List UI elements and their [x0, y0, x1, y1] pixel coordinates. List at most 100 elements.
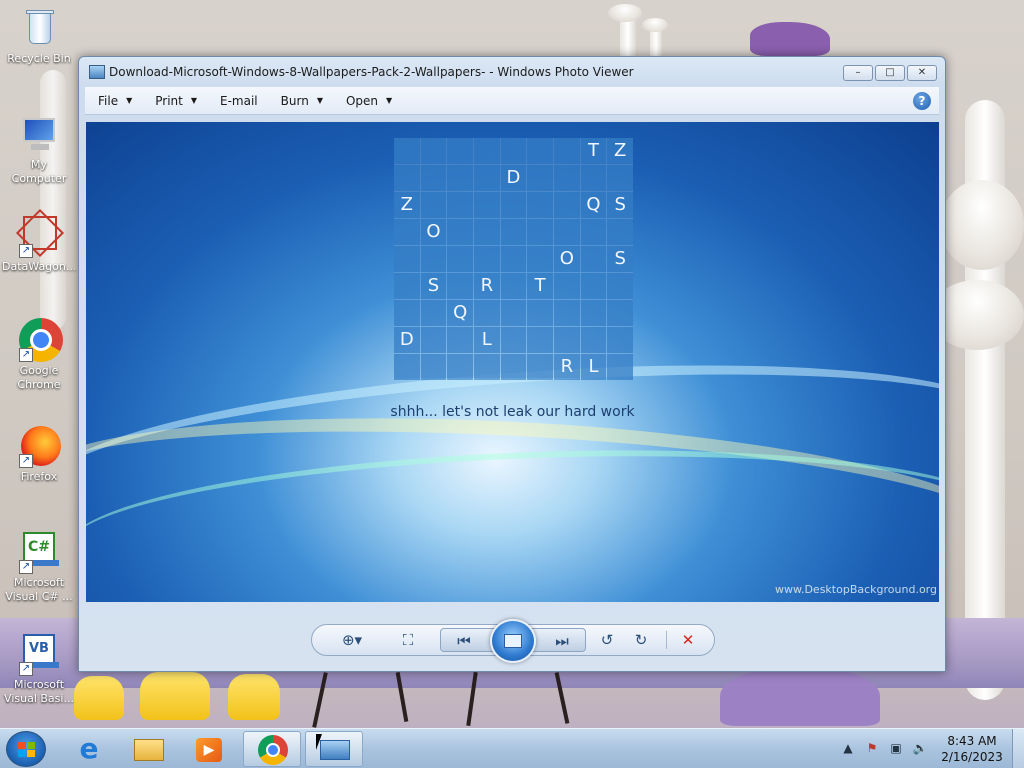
- zoom-icon: ⊕▾: [341, 631, 363, 649]
- delete-button[interactable]: ✕: [676, 629, 700, 651]
- grid-cell: [394, 246, 420, 272]
- rotate-counterclockwise-icon: ↺: [600, 631, 614, 649]
- desktop-icon-recycle-bin[interactable]: Recycle Bin: [2, 6, 76, 66]
- volume-icon[interactable]: 🔈: [912, 741, 928, 757]
- grid-cell: [447, 354, 473, 380]
- grid-cell: [500, 273, 527, 299]
- grid-cell: O: [553, 246, 580, 272]
- grid-cell: [420, 327, 447, 353]
- desktop-icon-visual-csharp[interactable]: C# ↗ Microsoft Visual C# ...: [2, 530, 76, 604]
- grid-cell: [447, 165, 473, 191]
- windows-logo-icon: [18, 742, 36, 758]
- grid-cell: L: [580, 354, 607, 380]
- network-icon[interactable]: ▣: [888, 741, 904, 757]
- menu-print-label: Print: [155, 93, 183, 108]
- menu-file[interactable]: File ▼: [85, 87, 142, 115]
- grid-cell: [447, 138, 473, 164]
- grid-cell: [473, 219, 500, 245]
- grid-cell: [580, 300, 607, 326]
- grid-cell: [394, 165, 420, 191]
- maximize-button[interactable]: □: [875, 65, 905, 81]
- photo-viewer-window: Download-Microsoft-Windows-8-Wallpapers-…: [78, 56, 946, 672]
- grid-cell: [500, 219, 527, 245]
- desktop-icon-label: Microsoft Visual Basi...: [4, 678, 74, 705]
- grid-cell: [553, 138, 580, 164]
- grid-cell: D: [394, 327, 420, 353]
- actual-size-button[interactable]: ⛶: [396, 629, 420, 651]
- grid-cell: [580, 165, 607, 191]
- taskbar-chrome[interactable]: [243, 731, 301, 767]
- grid-cell: [473, 192, 500, 218]
- grid-cell: [447, 273, 473, 299]
- title-bar[interactable]: Download-Microsoft-Windows-8-Wallpapers-…: [79, 57, 945, 87]
- grid-cell: [607, 273, 633, 299]
- dropdown-arrow-icon: ▼: [386, 96, 393, 105]
- grid-cell: Q: [580, 192, 607, 218]
- grid-cell: [500, 327, 527, 353]
- grid-cell: [420, 138, 447, 164]
- dropdown-arrow-icon: ▼: [316, 96, 323, 105]
- slideshow-button[interactable]: [490, 619, 536, 663]
- rotate-counterclockwise-button[interactable]: ↺: [596, 629, 618, 651]
- chrome-icon: [258, 735, 288, 765]
- desktop-icon-chrome[interactable]: ↗ Google Chrome: [2, 318, 76, 392]
- grid-cell: R: [473, 273, 500, 299]
- image-canvas[interactable]: TZDZQSOOSSRTQDLRL shhh... let's not leak…: [86, 122, 939, 602]
- visual-csharp-icon: C# ↗: [17, 530, 61, 574]
- chrome-icon: ↗: [17, 318, 63, 362]
- internet-explorer-icon: e: [79, 732, 99, 765]
- grid-cell: [527, 138, 553, 164]
- previous-button[interactable]: ⏮: [449, 630, 479, 652]
- grid-cell: S: [607, 246, 633, 272]
- desktop-icon-datawagon[interactable]: ↗ DataWagon...: [2, 208, 76, 274]
- grid-cell: [607, 354, 633, 380]
- grid-cell: [527, 165, 553, 191]
- menu-email-label: E-mail: [220, 93, 258, 108]
- grid-cell: [527, 246, 553, 272]
- menu-print[interactable]: Print ▼: [142, 87, 207, 115]
- grid-cell: [473, 300, 500, 326]
- clock[interactable]: 8:43 AM 2/16/2023: [932, 733, 1012, 765]
- desktop-icon-firefox[interactable]: ↗ Firefox: [2, 424, 76, 484]
- grid-cell: [420, 246, 447, 272]
- grid-cell: S: [607, 192, 633, 218]
- start-button[interactable]: [6, 731, 46, 767]
- grid-cell: Q: [447, 300, 473, 326]
- grid-cell: [607, 219, 633, 245]
- grid-cell: [580, 273, 607, 299]
- close-button[interactable]: ✕: [907, 65, 937, 81]
- grid-cell: D: [500, 165, 527, 191]
- taskbar-internet-explorer[interactable]: e: [60, 731, 118, 767]
- help-icon[interactable]: ?: [913, 92, 931, 110]
- grid-cell: [607, 165, 633, 191]
- next-button[interactable]: ⏭: [547, 630, 577, 652]
- zoom-button[interactable]: ⊕▾: [334, 629, 370, 651]
- grid-cell: [447, 219, 473, 245]
- rotate-clockwise-button[interactable]: ↻: [630, 629, 652, 651]
- menu-burn[interactable]: Burn ▼: [268, 87, 333, 115]
- grid-cell: [553, 273, 580, 299]
- taskbar-file-explorer[interactable]: [120, 731, 178, 767]
- desktop-icon-visual-basic[interactable]: VB ↗ Microsoft Visual Basi...: [2, 632, 76, 706]
- grid-cell: [394, 273, 420, 299]
- desktop-icon-label: My Computer: [11, 158, 67, 185]
- grid-cell: [607, 300, 633, 326]
- action-center-icon[interactable]: ⚑: [864, 741, 880, 757]
- menu-email[interactable]: E-mail: [207, 87, 268, 115]
- show-hidden-icons-icon[interactable]: ▲: [840, 741, 856, 757]
- grid-cell: [527, 354, 553, 380]
- grid-cell: [394, 300, 420, 326]
- menu-open[interactable]: Open ▼: [333, 87, 402, 115]
- desktop-icon-label: Firefox: [20, 470, 58, 483]
- desktop-icon-my-computer[interactable]: My Computer: [2, 112, 76, 186]
- show-desktop-button[interactable]: [1012, 729, 1024, 768]
- photo-viewer-app-icon: [89, 65, 105, 79]
- minimize-button[interactable]: –: [843, 65, 873, 81]
- taskbar-media-player[interactable]: ▶: [180, 731, 238, 767]
- grid-cell: [420, 165, 447, 191]
- grid-cell: [420, 354, 447, 380]
- grid-cell: [527, 192, 553, 218]
- grid-cell: [394, 138, 420, 164]
- grid-cell: [527, 327, 553, 353]
- taskbar-photo-viewer[interactable]: [305, 731, 363, 767]
